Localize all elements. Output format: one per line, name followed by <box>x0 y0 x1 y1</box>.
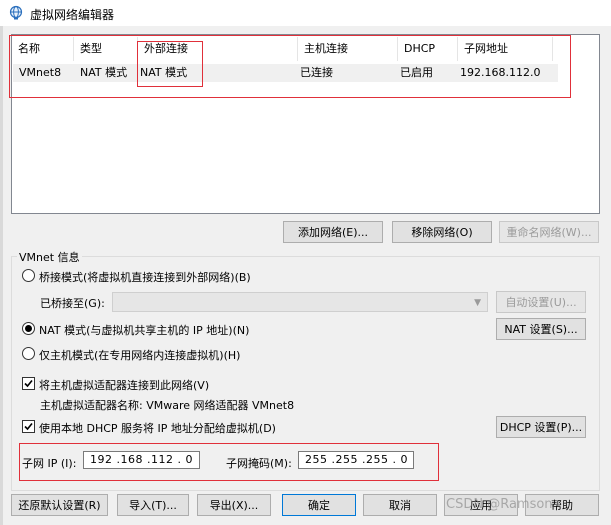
use-dhcp-checkbox[interactable] <box>22 420 35 433</box>
nat-settings-button[interactable]: NAT 设置(S)... <box>496 318 586 340</box>
column-header-dhcp[interactable]: DHCP <box>398 37 458 61</box>
table-row[interactable]: VMnet8 NAT 模式 NAT 模式 已连接 已启用 192.168.112… <box>13 64 558 82</box>
nat-mode-label: NAT 模式(与虚拟机共享主机的 IP 地址)(N) <box>39 324 250 337</box>
subnet-mask-input[interactable]: 255 .255 .255 . 0 <box>298 451 414 469</box>
adapter-name-label: 主机虚拟适配器名称: VMware 网络适配器 VMnet8 <box>40 399 295 412</box>
chevron-down-icon: ▼ <box>474 298 481 308</box>
checkmark-icon <box>24 379 33 388</box>
cell-name: VMnet8 <box>19 66 62 79</box>
bridged-to-select[interactable]: ▼ <box>112 292 488 312</box>
globe-network-icon <box>8 5 24 21</box>
host-only-mode-radio[interactable] <box>22 347 35 360</box>
bridged-mode-radio[interactable] <box>22 269 35 282</box>
host-only-mode-label: 仅主机模式(在专用网络内连接虚拟机)(H) <box>39 349 241 362</box>
cell-external: NAT 模式 <box>140 66 188 79</box>
connect-adapter-label: 将主机虚拟适配器连接到此网络(V) <box>39 379 210 392</box>
cell-subnet: 192.168.112.0 <box>460 66 541 79</box>
dhcp-settings-button[interactable]: DHCP 设置(P)... <box>496 416 586 438</box>
column-header-name[interactable]: 名称 <box>12 37 74 61</box>
column-header-host[interactable]: 主机连接 <box>298 37 398 61</box>
window-left-edge <box>0 26 3 525</box>
add-network-button[interactable]: 添加网络(E)... <box>283 221 383 243</box>
export-button[interactable]: 导出(X)... <box>197 494 271 516</box>
rename-network-button[interactable]: 重命名网络(W)... <box>499 221 599 243</box>
ok-button[interactable]: 确定 <box>282 494 356 516</box>
window-title: 虚拟网络编辑器 <box>30 8 115 22</box>
import-button[interactable]: 导入(T)... <box>117 494 189 516</box>
network-list[interactable]: 名称 类型 外部连接 主机连接 DHCP 子网地址 VMnet8 NAT 模式 … <box>11 34 600 214</box>
subnet-mask-label: 子网掩码(M): <box>226 457 292 470</box>
subnet-ip-input[interactable]: 192 .168 .112 . 0 <box>83 451 200 469</box>
watermark: CSDN @Ramson <box>446 497 553 512</box>
nat-mode-radio[interactable] <box>22 322 35 335</box>
auto-settings-button[interactable]: 自动设置(U)... <box>496 291 586 313</box>
column-header-external[interactable]: 外部连接 <box>138 37 298 61</box>
cancel-button[interactable]: 取消 <box>363 494 437 516</box>
network-list-header: 名称 类型 外部连接 主机连接 DHCP 子网地址 <box>12 35 599 63</box>
vmnet-info-title: VMnet 信息 <box>17 249 82 265</box>
subnet-ip-label: 子网 IP (I): <box>22 457 77 470</box>
bridged-mode-label: 桥接模式(将虚拟机直接连接到外部网络)(B) <box>39 271 251 284</box>
remove-network-button[interactable]: 移除网络(O) <box>392 221 492 243</box>
bridged-to-label: 已桥接至(G): <box>40 297 105 310</box>
checkmark-icon <box>24 422 33 431</box>
column-header-subnet[interactable]: 子网地址 <box>458 37 553 61</box>
restore-defaults-button[interactable]: 还原默认设置(R) <box>11 494 108 516</box>
cell-host: 已连接 <box>300 66 333 79</box>
use-dhcp-label: 使用本地 DHCP 服务将 IP 地址分配给虚拟机(D) <box>39 422 276 435</box>
cell-type: NAT 模式 <box>80 66 128 79</box>
connect-adapter-checkbox[interactable] <box>22 377 35 390</box>
cell-dhcp: 已启用 <box>400 66 433 79</box>
title-bar: 虚拟网络编辑器 <box>0 0 611 26</box>
column-header-type[interactable]: 类型 <box>74 37 138 61</box>
